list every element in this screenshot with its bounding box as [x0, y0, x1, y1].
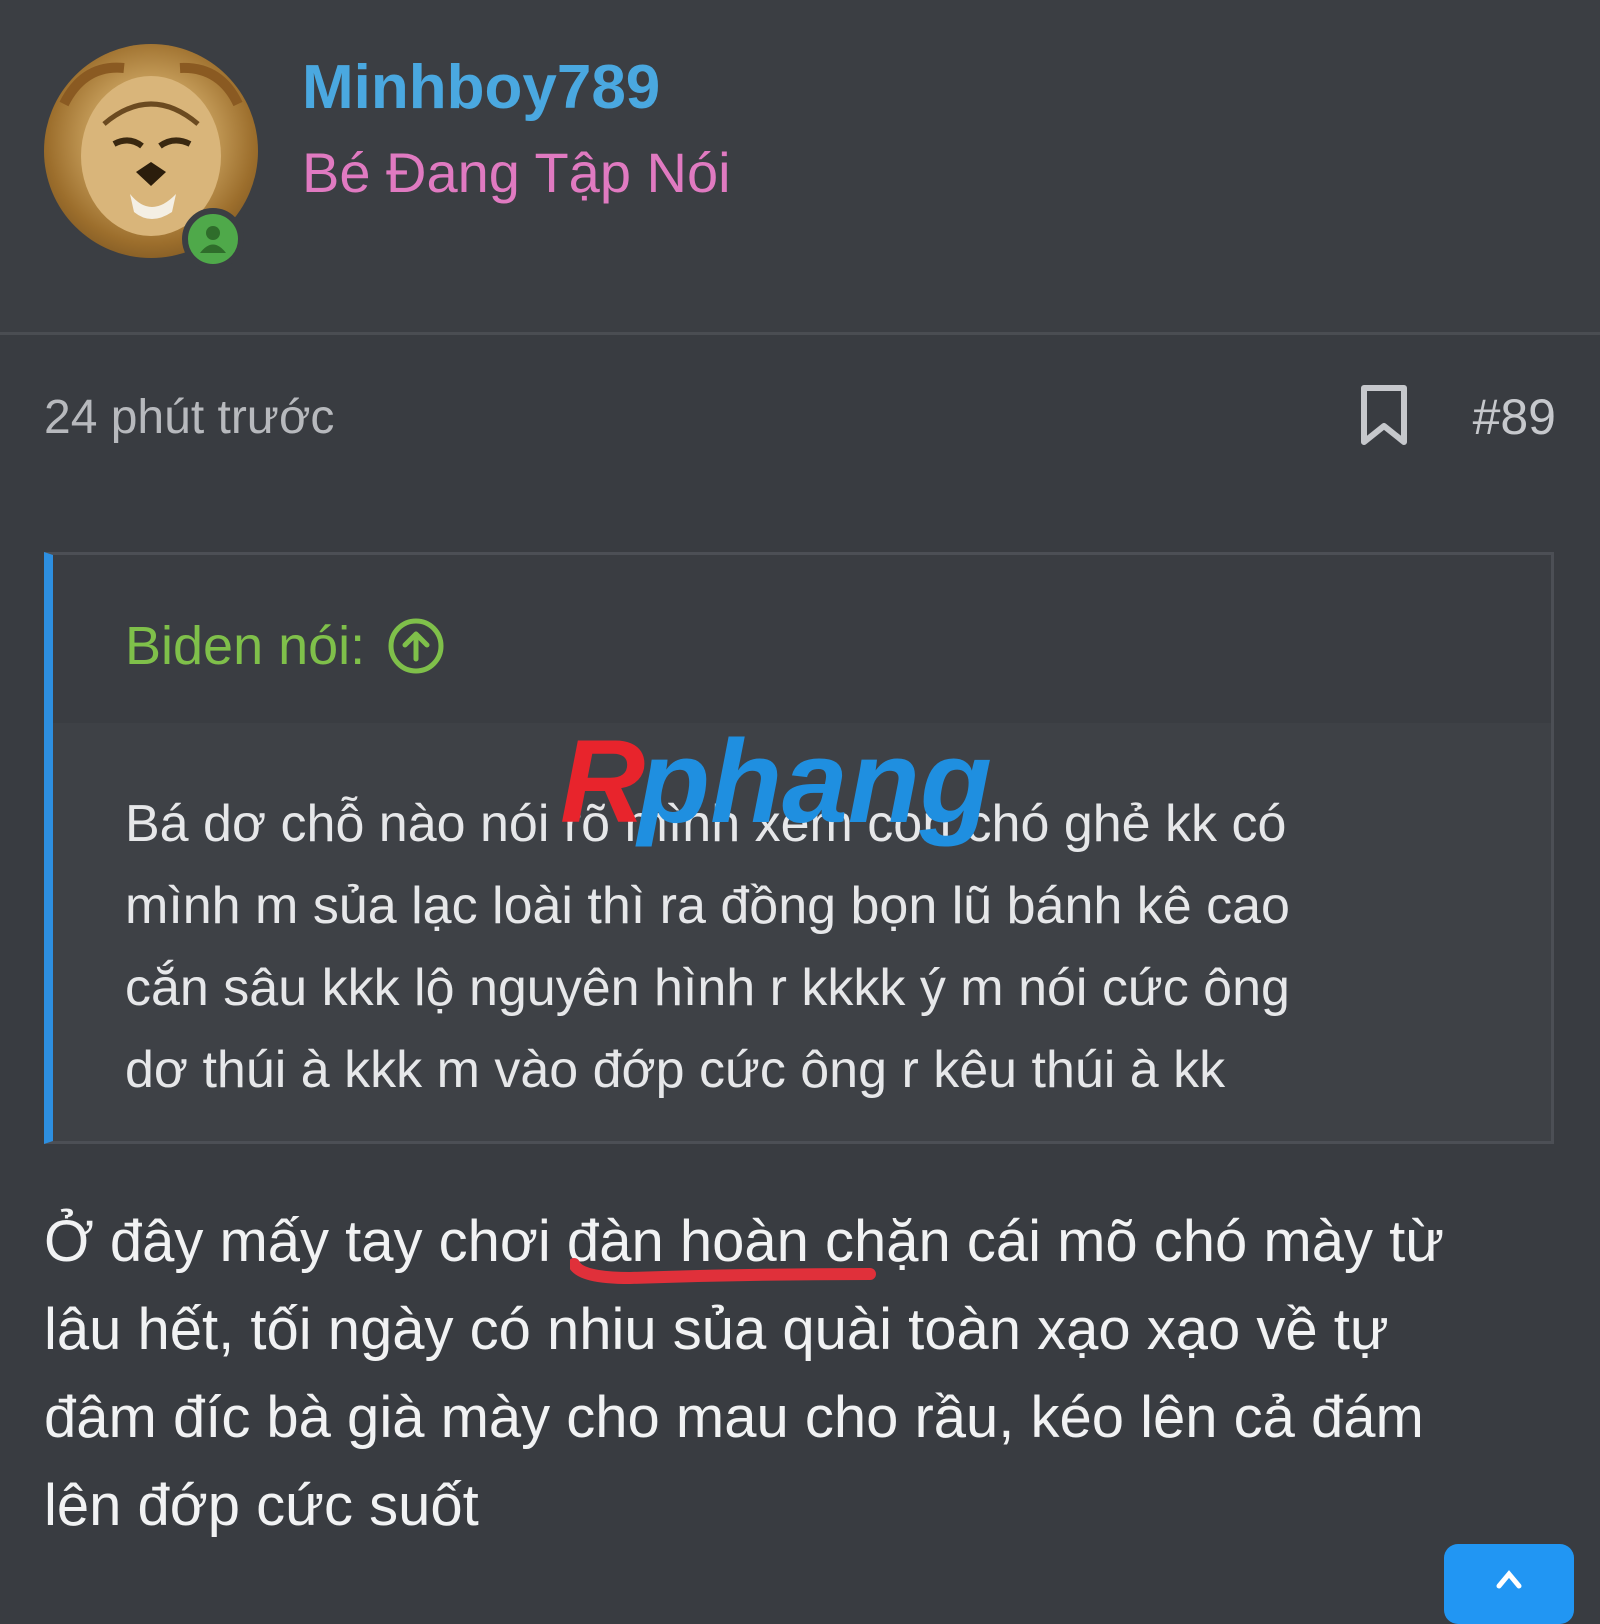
post-line: lâu hết, tối ngày có nhiu sủa quài toàn …	[44, 1297, 1389, 1362]
quote-line: dơ thúi à kkk m vào đớp cức ông r kêu th…	[125, 1041, 1226, 1099]
scroll-top-button[interactable]	[1444, 1544, 1574, 1624]
post-line: lên đớp cức suốt	[44, 1473, 479, 1538]
post-number-link[interactable]: #89	[1473, 388, 1556, 446]
post-meta: 24 phút trước #89	[44, 384, 1556, 454]
svg-text:phang: phang	[635, 722, 992, 848]
post-header: Minhboy789 Bé Đang Tập Nói	[0, 0, 1600, 335]
user-title: Bé Đang Tập Nói	[302, 141, 731, 204]
post-line: đâm đíc bà già mày cho mau cho rầu, kéo …	[44, 1385, 1424, 1450]
arrow-up-circle-icon[interactable]	[387, 617, 445, 675]
post-timestamp[interactable]: 24 phút trước	[44, 390, 334, 445]
quote-header: Biden nói:	[53, 555, 1551, 723]
red-underline-mark	[570, 1258, 876, 1285]
svg-text:R: R	[560, 722, 645, 848]
online-user-icon	[182, 208, 244, 270]
username-link[interactable]: Minhboy789	[302, 52, 660, 123]
avatar[interactable]	[44, 44, 258, 270]
quote-line: mình m sủa lạc loài thì ra đồng bọn lũ b…	[125, 877, 1290, 935]
rphang-watermark-logo: R phang	[560, 722, 992, 848]
quote-author: Biden nói:	[125, 616, 366, 676]
arrow-up-icon	[1496, 1570, 1522, 1589]
bookmark-icon[interactable]	[1358, 384, 1410, 446]
quote-author-link[interactable]: Biden nói:	[125, 615, 445, 677]
post-content: Ở đây mấy tay chơi đàn hoàn chặn cái mõ …	[44, 1198, 1574, 1550]
quote-line: cắn sâu kkk lộ nguyên hình r kkkk ý m nó…	[125, 959, 1290, 1017]
